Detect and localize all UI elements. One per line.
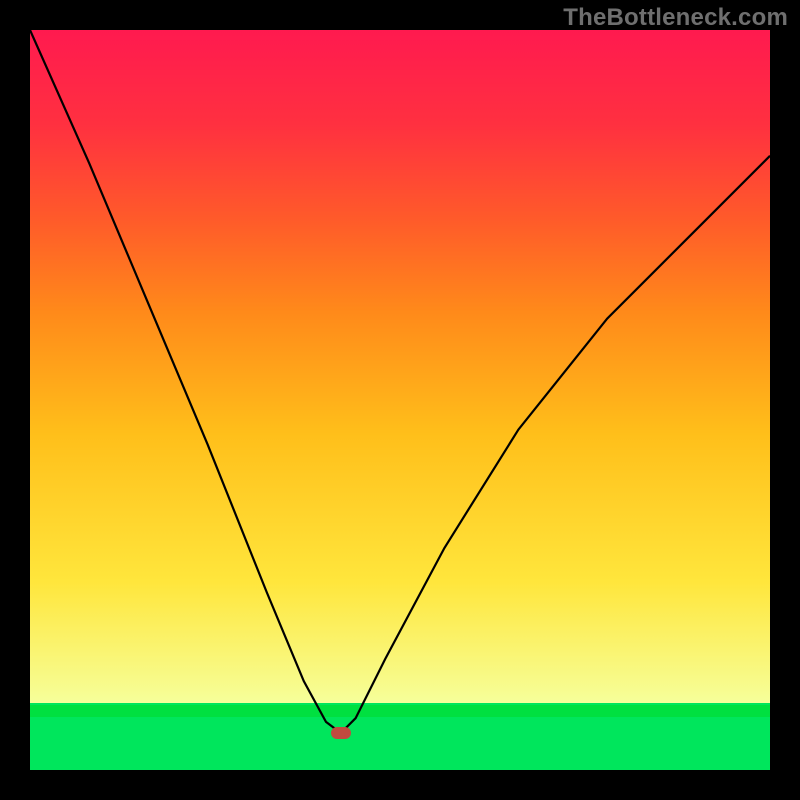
- plot-area: [30, 30, 770, 770]
- curve-layer: [30, 30, 770, 770]
- chart-frame: TheBottleneck.com: [0, 0, 800, 800]
- attribution-text: TheBottleneck.com: [563, 4, 788, 32]
- bottleneck-curve: [30, 30, 770, 733]
- vertex-marker: [331, 727, 351, 739]
